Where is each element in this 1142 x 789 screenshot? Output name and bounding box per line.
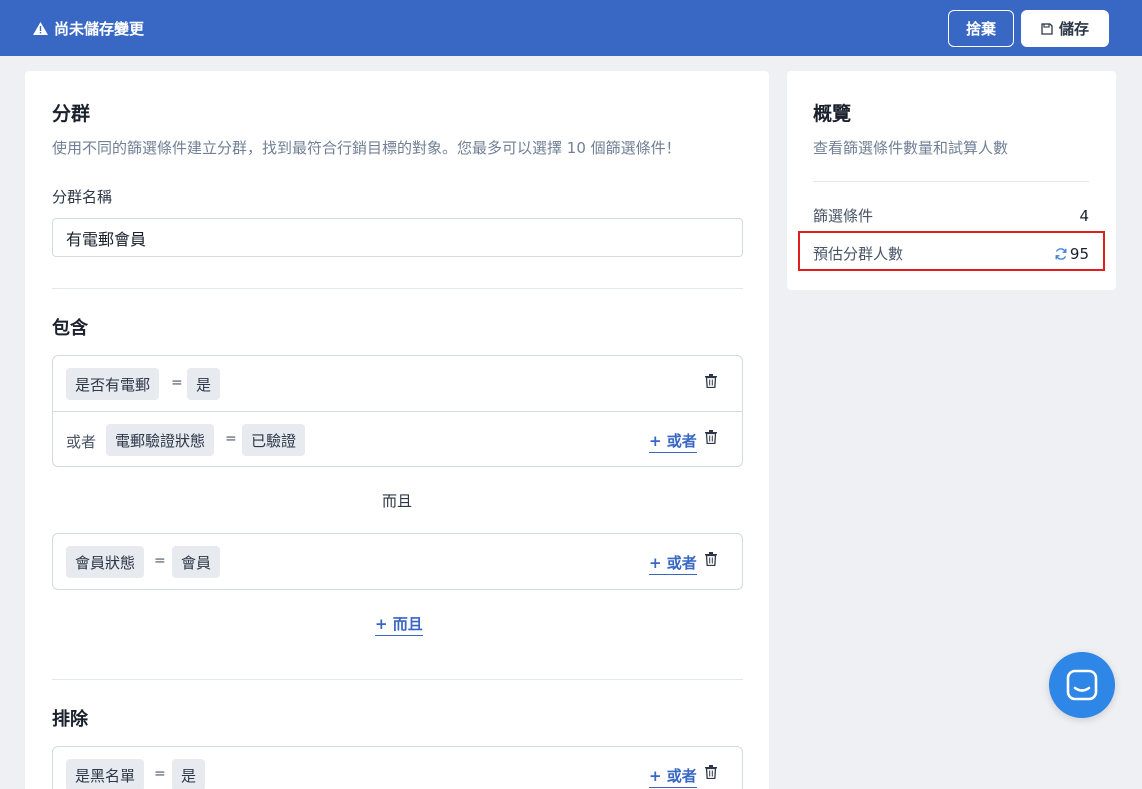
segment-description: 使用不同的篩選條件建立分群，找到最符合行銷目標的對象。您最多可以選擇 10 個篩… (52, 139, 681, 157)
value-chip[interactable]: 會員 (172, 546, 221, 578)
trash-icon[interactable] (705, 765, 717, 779)
add-or-button[interactable]: + 或者 (649, 552, 697, 575)
condition-row: 或者 電郵驗證狀態 = 已驗證 + 或者 (53, 411, 742, 466)
trash-icon[interactable] (705, 552, 717, 566)
include-title: 包含 (52, 318, 88, 339)
value-chip[interactable]: 已驗證 (242, 424, 306, 456)
include-group: 是否有電郵 = 是 或者 電郵驗證狀態 = 已驗證 + 或者 (52, 355, 743, 467)
add-or-button[interactable]: + 或者 (649, 430, 697, 453)
discard-button-label: 捨棄 (965, 20, 996, 38)
exclude-title: 排除 (52, 709, 88, 730)
chat-icon (1066, 669, 1098, 701)
trash-icon[interactable] (705, 430, 717, 444)
value-chip[interactable]: 是 (187, 368, 221, 400)
save-button[interactable]: 儲存 (1021, 10, 1109, 47)
value-chip[interactable]: 是 (172, 759, 206, 789)
trash-icon[interactable] (705, 374, 717, 388)
save-button-label: 儲存 (1058, 20, 1089, 38)
divider (52, 679, 743, 680)
include-group: 會員狀態 = 會員 + 或者 (52, 533, 743, 590)
segment-name-input[interactable]: 有電郵會員 (52, 218, 743, 257)
divider (813, 181, 1089, 182)
segment-name-label: 分群名稱 (52, 188, 113, 206)
segment-title: 分群 (52, 103, 91, 125)
field-chip[interactable]: 電郵驗證狀態 (106, 424, 215, 456)
equals-sign: = (225, 431, 237, 447)
divider (52, 288, 743, 289)
equals-sign: = (154, 553, 166, 569)
filters-count-value: 4 (1079, 206, 1089, 225)
top-bar: 尚未儲存變更 捨棄 儲存 (0, 0, 1142, 56)
overview-title: 概覽 (813, 103, 852, 125)
add-and-button[interactable]: + 而且 (375, 613, 423, 636)
field-chip[interactable]: 會員狀態 (66, 546, 145, 578)
or-prefix: 或者 (66, 433, 97, 451)
segment-name-value: 有電郵會員 (66, 229, 147, 249)
condition-row: 是黑名單 = 是 + 或者 (53, 747, 742, 789)
estimate-highlight-box (798, 231, 1105, 271)
filters-count-row: 篩選條件 4 (813, 205, 1089, 226)
add-or-button[interactable]: + 或者 (649, 765, 697, 788)
chat-launcher-button[interactable] (1049, 652, 1115, 718)
condition-row: 是否有電郵 = 是 (53, 356, 742, 411)
exclude-group: 是黑名單 = 是 + 或者 (52, 746, 743, 789)
field-chip[interactable]: 是黑名單 (66, 759, 145, 789)
equals-sign: = (171, 375, 183, 391)
unsaved-warning-text: 尚未儲存變更 (54, 20, 145, 38)
and-connector: 而且 (382, 492, 413, 510)
condition-row: 會員狀態 = 會員 + 或者 (53, 534, 742, 589)
floppy-disk-icon (1041, 22, 1053, 35)
filters-count-label: 篩選條件 (813, 207, 874, 225)
discard-button[interactable]: 捨棄 (948, 10, 1014, 47)
field-chip[interactable]: 是否有電郵 (66, 368, 160, 400)
equals-sign: = (154, 766, 166, 782)
segment-card: 分群 使用不同的篩選條件建立分群，找到最符合行銷目標的對象。您最多可以選擇 10… (25, 71, 769, 789)
unsaved-warning: 尚未儲存變更 (33, 18, 144, 39)
overview-description: 查看篩選條件數量和試算人數 (813, 139, 1009, 157)
warning-icon (33, 22, 48, 35)
